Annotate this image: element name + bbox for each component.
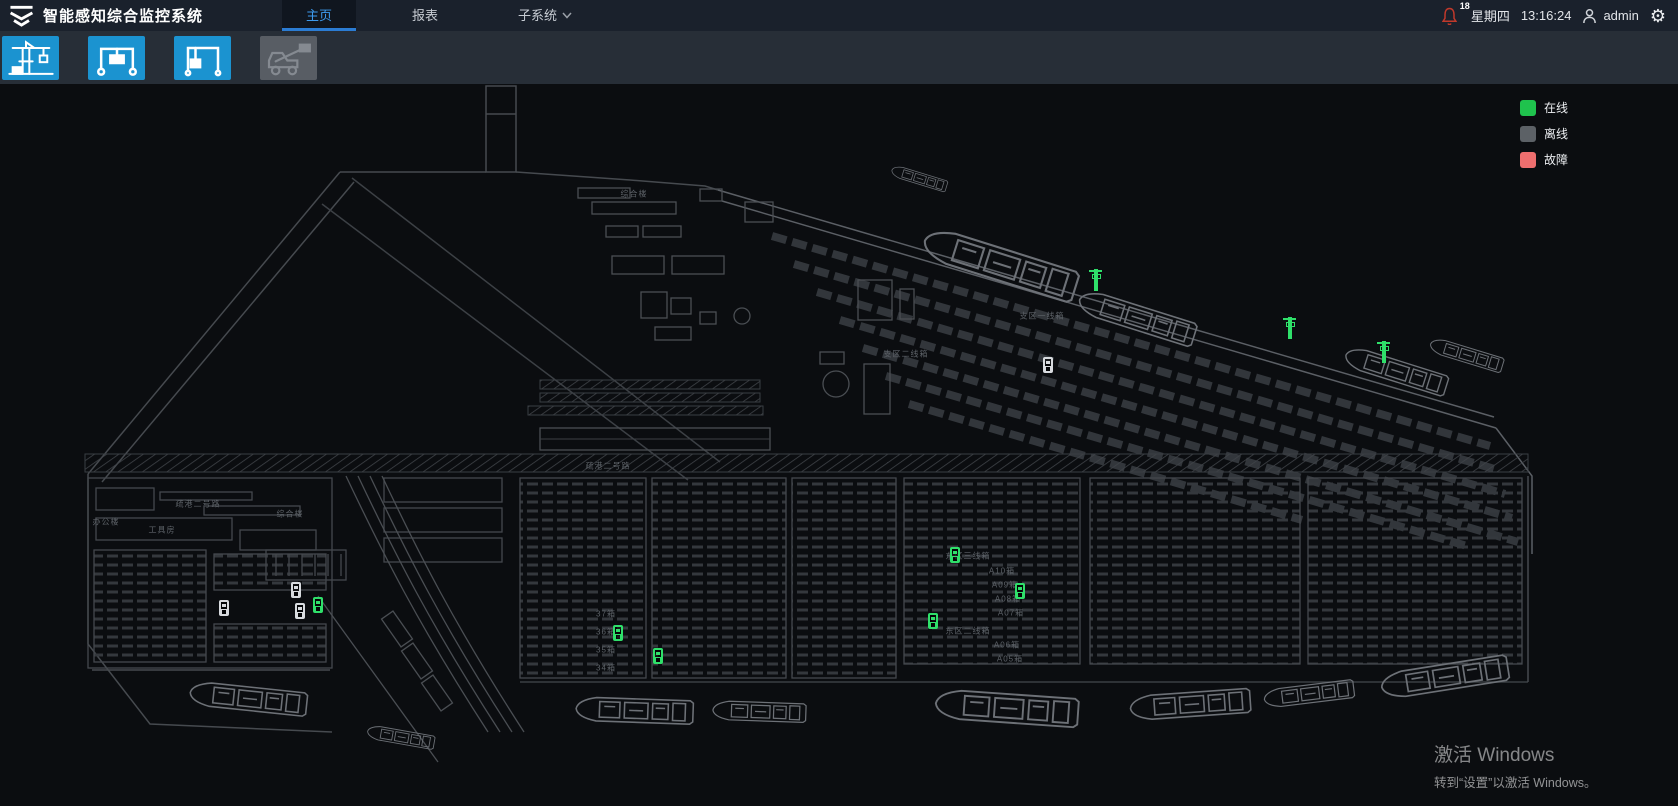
app-logo-icon <box>9 3 34 28</box>
username-text: admin <box>1603 8 1638 23</box>
user-icon <box>1582 8 1597 24</box>
truck-marker[interactable] <box>295 603 305 619</box>
truck-marker[interactable] <box>291 582 301 598</box>
settings-gear-icon[interactable]: ⚙ <box>1650 7 1666 25</box>
truck-marker[interactable] <box>1015 583 1025 599</box>
legend-item-offline: 离线 <box>1520 125 1568 142</box>
quay-crane-filter-button[interactable] <box>2 36 59 80</box>
tab-reports[interactable]: 报表 <box>388 0 462 31</box>
reach-stacker-filter-button[interactable] <box>260 36 317 80</box>
truck-marker[interactable] <box>613 625 623 641</box>
status-legend: 在线 离线 故障 <box>1520 99 1568 168</box>
online-label: 在线 <box>1544 99 1568 116</box>
rail-sidings <box>528 380 763 415</box>
rmg-crane-icon <box>178 39 228 77</box>
main-road <box>85 454 1528 472</box>
yard-block-west <box>88 478 346 668</box>
legend-item-online: 在线 <box>1520 99 1568 116</box>
top-header: 智能感知综合监控系统 主页 报表 子系统 18 星期四 13:16:24 <box>0 0 1678 31</box>
truck-marker[interactable] <box>653 648 663 664</box>
user-menu[interactable]: admin <box>1582 8 1638 24</box>
port-map-drawing <box>0 84 1678 806</box>
truck-marker[interactable] <box>928 613 938 629</box>
legend-item-fault: 故障 <box>1520 151 1568 168</box>
tab-home[interactable]: 主页 <box>282 0 356 31</box>
clock-text: 13:16:24 <box>1521 8 1572 23</box>
header-right-cluster: 18 星期四 13:16:24 admin ⚙ <box>1442 0 1666 31</box>
tab-subsystem-label: 子系统 <box>518 0 557 31</box>
rmg-crane-filter-button[interactable] <box>174 36 231 80</box>
tab-reports-label: 报表 <box>412 0 438 31</box>
notification-bell-icon[interactable]: 18 <box>1442 7 1460 25</box>
reach-stacker-icon <box>264 39 314 77</box>
yard-blocks-east <box>904 478 1522 664</box>
offline-color-swatch <box>1520 126 1536 142</box>
port-map-canvas[interactable]: 综合楼支区一线箱支区二线箱疏港二号路疏港二号路办公楼工具房综合楼东区三线箱A10… <box>0 84 1678 806</box>
offline-label: 离线 <box>1544 125 1568 142</box>
chevron-down-icon <box>562 12 572 19</box>
truck-marker[interactable] <box>950 547 960 563</box>
tab-home-label: 主页 <box>306 0 332 31</box>
weekday-text: 星期四 <box>1471 6 1510 25</box>
fault-color-swatch <box>1520 152 1536 168</box>
equipment-toolbar <box>0 31 1678 84</box>
page-title: 智能感知综合监控系统 <box>43 5 203 26</box>
tab-subsystem[interactable]: 子系统 <box>494 0 596 31</box>
crane-marker[interactable] <box>1288 317 1292 339</box>
rtg-crane-filter-button[interactable] <box>88 36 145 80</box>
online-color-swatch <box>1520 100 1536 116</box>
fault-label: 故障 <box>1544 151 1568 168</box>
rtg-crane-icon <box>92 39 142 77</box>
crane-marker[interactable] <box>1094 269 1098 291</box>
truck-marker[interactable] <box>1043 357 1053 373</box>
main-nav: 主页 报表 子系统 <box>282 0 628 31</box>
quay-crane-icon <box>6 39 56 77</box>
crane-marker[interactable] <box>1382 341 1386 363</box>
notification-count-badge: 18 <box>1460 1 1470 11</box>
truck-marker[interactable] <box>219 600 229 616</box>
railway-curves <box>318 476 524 762</box>
yard-blocks-center <box>384 478 896 678</box>
truck-marker[interactable] <box>313 597 323 613</box>
